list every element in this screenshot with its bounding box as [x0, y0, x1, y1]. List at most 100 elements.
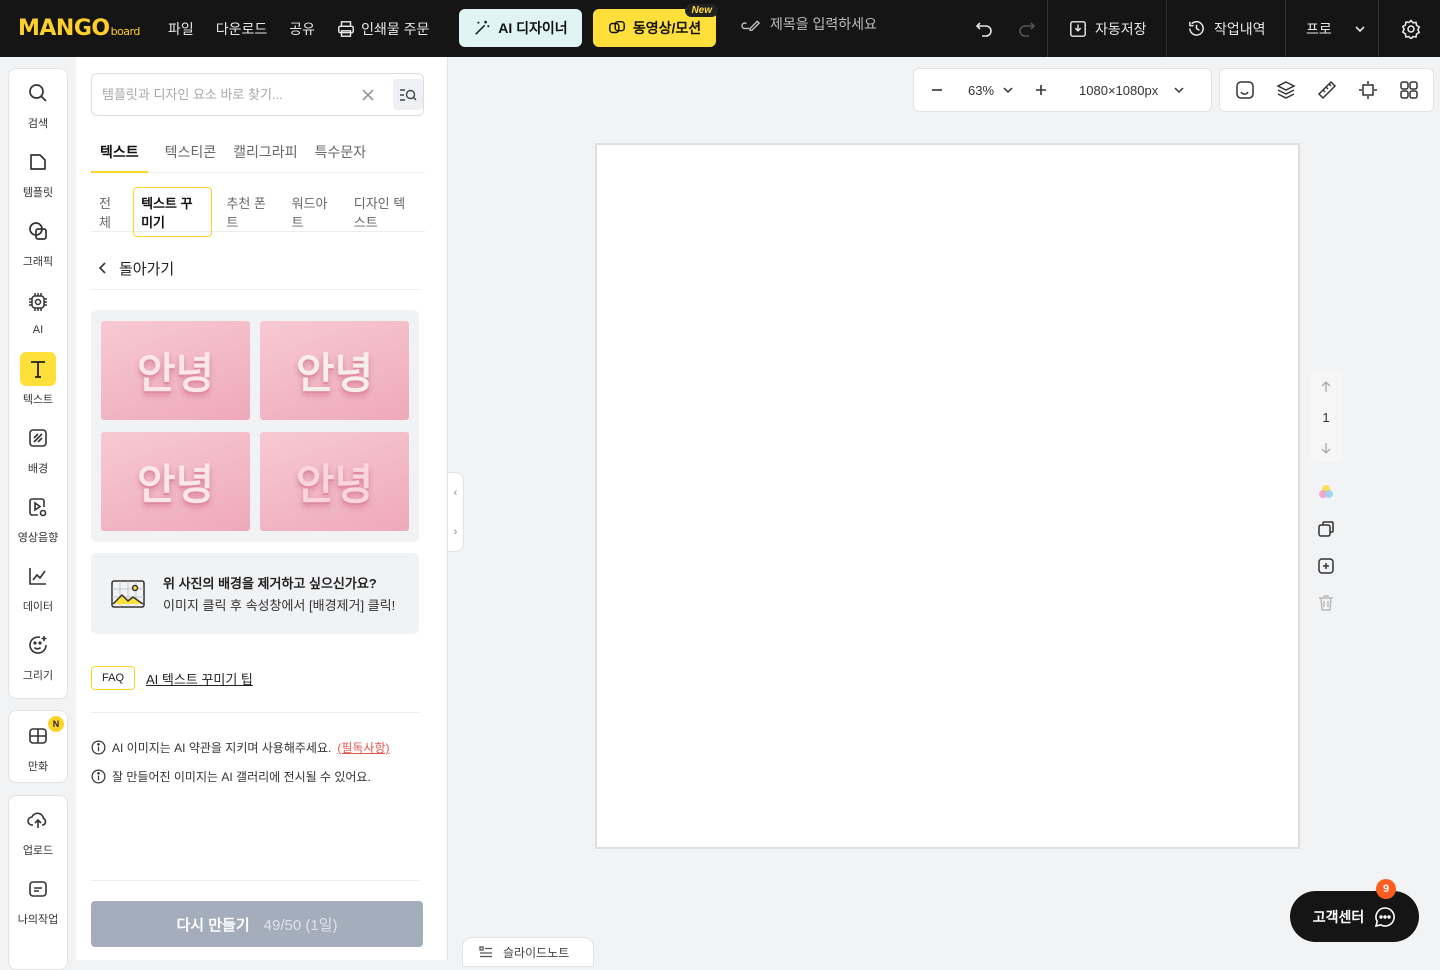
- zoom-out-button[interactable]: [931, 84, 943, 96]
- ruler-button[interactable]: [1317, 80, 1337, 100]
- sticker-button[interactable]: [1235, 80, 1255, 100]
- chat-bubble-icon: [1374, 906, 1396, 928]
- page-number: 1: [1322, 409, 1330, 425]
- history-icon: [1187, 19, 1206, 38]
- chip-recommended-font[interactable]: 추천 폰트: [218, 187, 277, 237]
- ai-terms-note: AI 이미지는 AI 약관을 지키며 사용해주세요. (필독사항): [91, 739, 389, 756]
- result-thumbnail[interactable]: 안녕: [260, 321, 409, 420]
- settings-button[interactable]: [1401, 0, 1421, 57]
- rail-label: 영상음향: [17, 532, 59, 544]
- rail-mywork[interactable]: 나의작업: [9, 865, 67, 934]
- left-rail: 검색 템플릿 그래픽 AI 텍스트 배경 영상음향 데이터 그리기: [8, 68, 68, 699]
- fit-screen-button[interactable]: [1358, 80, 1378, 100]
- customer-center-button[interactable]: 고객센터 9: [1290, 879, 1419, 942]
- chevron-left-icon: ‹: [453, 486, 458, 499]
- clear-icon[interactable]: [361, 88, 375, 102]
- search-filter-button[interactable]: [392, 79, 423, 110]
- rail-label: 템플릿: [22, 187, 54, 199]
- template-icon: [20, 145, 56, 179]
- regenerate-count: 49/50 (1일): [263, 916, 338, 934]
- page-up-button[interactable]: [1320, 380, 1332, 393]
- rail-label: 텍스트: [22, 394, 54, 406]
- tab-calligraphy[interactable]: 캘리그라피: [233, 141, 297, 173]
- chip-all[interactable]: 전체: [91, 187, 127, 237]
- back-button[interactable]: 돌아가기: [91, 247, 419, 290]
- chip-text-decorate[interactable]: 텍스트 꾸미기: [133, 187, 213, 237]
- rail-label: 만화: [27, 761, 49, 773]
- rail-comic[interactable]: 만화 N: [9, 711, 67, 782]
- mango-board-logo[interactable]: MANGOboard: [18, 16, 140, 41]
- grid-view-button[interactable]: [1399, 80, 1419, 100]
- text-icon: [20, 352, 56, 386]
- menu-download[interactable]: 다운로드: [216, 19, 268, 39]
- slide-note-tab[interactable]: 슬라이드노트: [462, 937, 594, 967]
- title-input[interactable]: 제목을 입력하세요: [740, 14, 877, 34]
- search-filter-icon: [399, 88, 417, 101]
- rail-label: 업로드: [22, 845, 54, 857]
- autosave-button[interactable]: 자동저장: [1069, 0, 1147, 57]
- rail-label: 데이터: [22, 601, 54, 613]
- graphic-icon: [20, 214, 56, 248]
- tab-text[interactable]: 텍스트: [91, 141, 148, 173]
- delete-page-button[interactable]: [1316, 593, 1336, 613]
- duplicate-page-button[interactable]: [1316, 519, 1336, 539]
- result-thumbnail[interactable]: 안녕: [260, 431, 409, 531]
- menu-file[interactable]: 파일: [168, 19, 194, 39]
- tab-special-char[interactable]: 특수문자: [315, 141, 367, 173]
- search-input[interactable]: [102, 87, 338, 102]
- chip-wordart[interactable]: 워드아트: [284, 187, 340, 237]
- sticker-icon: [1235, 81, 1254, 99]
- design-canvas[interactable]: [595, 143, 1300, 849]
- rail-ai[interactable]: AI: [9, 276, 67, 345]
- rail-draw[interactable]: 그리기: [9, 621, 67, 690]
- info-icon: [91, 740, 106, 755]
- history-button[interactable]: 작업내역: [1187, 0, 1266, 57]
- bg-remove-desc: 이미지 클릭 후 속성창에서 [배경제거] 클릭!: [163, 598, 396, 613]
- chevron-down-icon: [1003, 87, 1013, 94]
- undo-button[interactable]: [974, 0, 994, 57]
- rail-search[interactable]: 검색: [9, 69, 67, 138]
- divider: [91, 712, 419, 713]
- regenerate-button[interactable]: 다시 만들기 49/50 (1일): [91, 901, 423, 947]
- menu-print-order[interactable]: 인쇄물 주문: [337, 19, 429, 39]
- result-thumbnail[interactable]: 안녕: [101, 431, 250, 531]
- back-label: 돌아가기: [119, 260, 175, 278]
- tab-texticon[interactable]: 텍스티콘: [165, 141, 217, 173]
- zoom-level-dropdown[interactable]: 63%: [968, 83, 1013, 98]
- comic-new-badge: N: [48, 716, 64, 732]
- add-page-button[interactable]: [1316, 556, 1336, 576]
- layers-button[interactable]: [1275, 80, 1296, 100]
- result-thumbnail[interactable]: 안녕: [101, 321, 250, 420]
- rail-media[interactable]: 영상음향: [9, 483, 67, 552]
- page-color-button[interactable]: [1316, 482, 1336, 502]
- fit-screen-icon: [1358, 81, 1377, 99]
- printer-icon: [337, 20, 355, 38]
- info-icon: [91, 769, 106, 784]
- panel-tabs: 텍스트 텍스티콘 캘리그라피 특수문자: [91, 141, 425, 173]
- redo-button[interactable]: [1017, 0, 1037, 57]
- media-icon: [20, 490, 56, 524]
- folder-icon: [20, 872, 56, 906]
- rail-graphic[interactable]: 그래픽: [9, 207, 67, 276]
- page-navigator: 1: [1309, 372, 1343, 462]
- ai-designer-button[interactable]: AI 디자이너: [459, 9, 582, 47]
- rail-text[interactable]: 텍스트: [9, 345, 67, 414]
- page-down-button[interactable]: [1320, 442, 1332, 454]
- faq-link[interactable]: AI 텍스트 꾸미기 팁: [146, 669, 253, 688]
- rail-background[interactable]: 배경: [9, 414, 67, 483]
- video-motion-button[interactable]: 동영상/모션 New: [593, 4, 718, 47]
- arrow-down-icon: [1321, 442, 1331, 454]
- pencil-icon: [740, 15, 762, 33]
- rail-label: 그래픽: [22, 256, 54, 268]
- menu-share[interactable]: 공유: [289, 19, 315, 39]
- canvas-size-dropdown[interactable]: 1080×1080px: [1079, 83, 1184, 98]
- chip-design-text[interactable]: 디자인 텍스트: [346, 187, 425, 237]
- rail-data[interactable]: 데이터: [9, 552, 67, 621]
- zoom-in-button[interactable]: [1035, 84, 1047, 96]
- rail-label: 검색: [27, 118, 49, 130]
- rail-template[interactable]: 템플릿: [9, 138, 67, 207]
- panel-collapse-handle[interactable]: ‹ ›: [448, 472, 464, 552]
- terms-link[interactable]: (필독사항): [337, 739, 389, 756]
- rail-upload[interactable]: 업로드: [9, 796, 67, 865]
- plan-dropdown[interactable]: 프로: [1306, 0, 1366, 57]
